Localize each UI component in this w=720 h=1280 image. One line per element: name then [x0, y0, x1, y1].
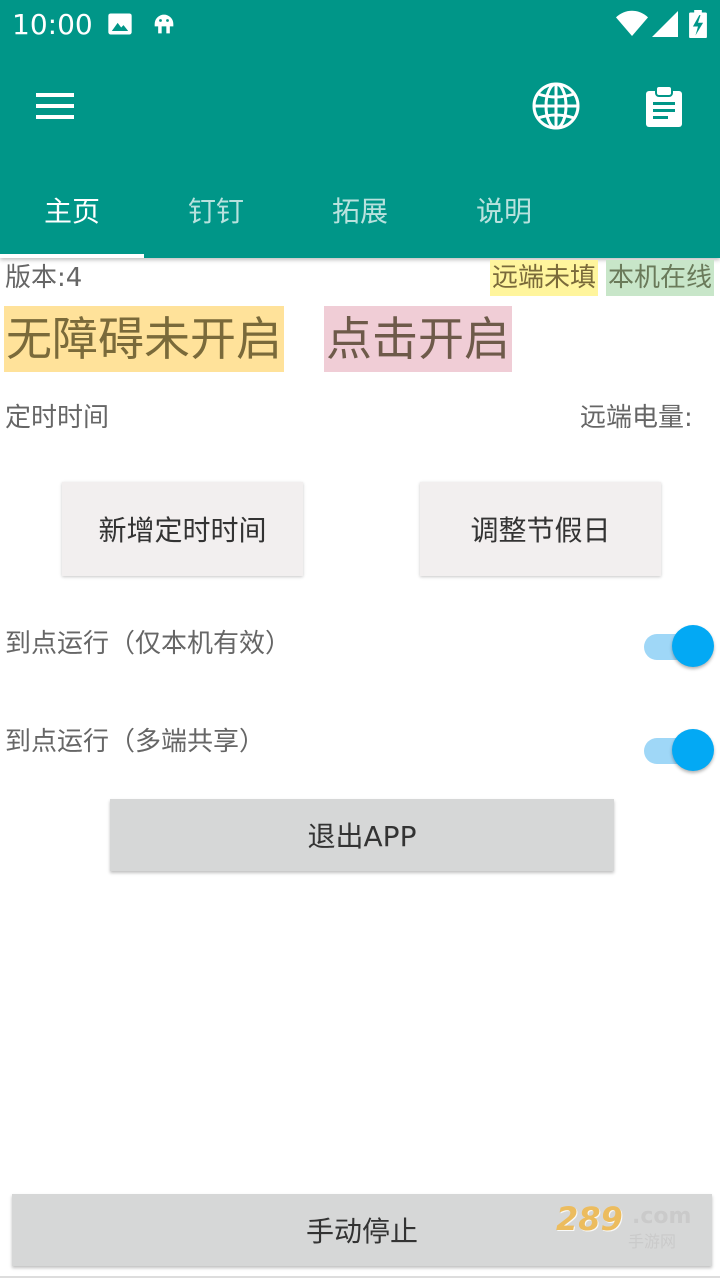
tab-dingtalk[interactable]: 钉钉 — [144, 162, 288, 258]
tab-indicator — [0, 254, 144, 258]
tab-instructions[interactable]: 说明 — [432, 162, 576, 258]
status-time: 10:00 — [12, 8, 93, 41]
clipboard-icon — [646, 85, 682, 127]
open-accessibility-link[interactable]: 点击开启 — [324, 306, 512, 372]
bottom-divider — [0, 1276, 720, 1278]
toggle-local-switch[interactable] — [644, 622, 716, 670]
globe-icon — [532, 82, 580, 130]
add-timer-button[interactable]: 新增定时时间 — [62, 482, 303, 576]
image-notification-icon — [106, 10, 134, 38]
remote-battery-label: 远端电量: — [580, 403, 693, 433]
battery-charging-icon — [688, 10, 708, 38]
wifi-icon — [616, 10, 648, 38]
tab-home[interactable]: 主页 — [0, 162, 144, 258]
switch-thumb — [672, 729, 714, 771]
adjust-holiday-button[interactable]: 调整节假日 — [420, 482, 661, 576]
toggle-shared-switch[interactable] — [644, 726, 716, 774]
toggle-shared-label: 到点运行（多端共享） — [5, 727, 266, 757]
version-label: 版本:4 — [5, 263, 83, 293]
clipboard-button[interactable] — [628, 70, 700, 142]
watermark-subtitle: 手游网 — [628, 1232, 677, 1251]
menu-button[interactable] — [20, 70, 92, 142]
signal-icon — [652, 10, 680, 38]
tab-home-label: 主页 — [43, 195, 100, 228]
toggle-local-label: 到点运行（仅本机有效） — [5, 629, 292, 659]
tab-extension-label: 拓展 — [331, 195, 388, 228]
local-status-badge: 本机在线 — [606, 260, 715, 296]
tab-instructions-label: 说明 — [475, 195, 532, 228]
app-bar: 10:00 主页 钉钉 拓展 说明 — [0, 0, 720, 258]
timer-label: 定时时间 — [5, 403, 110, 433]
watermark-logo: 289 .com 手游网 — [556, 1200, 700, 1251]
exit-app-button[interactable]: 退出APP — [110, 799, 614, 871]
watermark-number: 289 — [556, 1200, 623, 1238]
remote-status-badge: 远端未填 — [490, 260, 599, 296]
menu-icon — [36, 93, 74, 119]
language-button[interactable] — [520, 70, 592, 142]
tab-bar: 主页 钉钉 拓展 说明 — [0, 162, 720, 258]
accessibility-status: 无障碍未开启 — [4, 306, 284, 372]
switch-thumb — [672, 625, 714, 667]
tab-extension[interactable]: 拓展 — [288, 162, 432, 258]
tab-dingtalk-label: 钉钉 — [187, 195, 244, 228]
watermark-com: .com — [632, 1204, 692, 1229]
status-bar: 10:00 — [0, 0, 720, 50]
android-notification-icon — [150, 10, 178, 38]
